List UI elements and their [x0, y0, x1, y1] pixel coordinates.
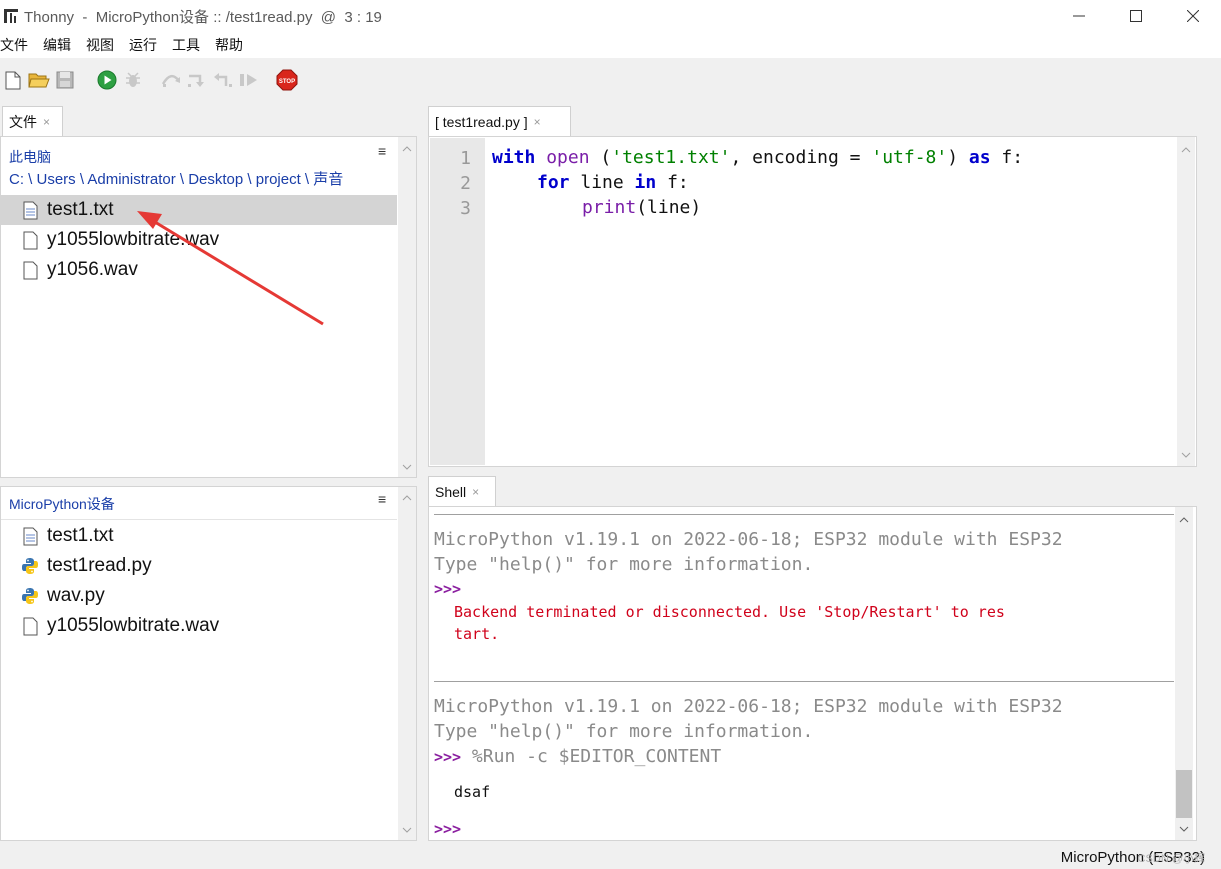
thonny-window: Thonny - MicroPython设备 :: /test1read.py … — [0, 0, 1221, 869]
annotation-arrow — [137, 211, 324, 326]
